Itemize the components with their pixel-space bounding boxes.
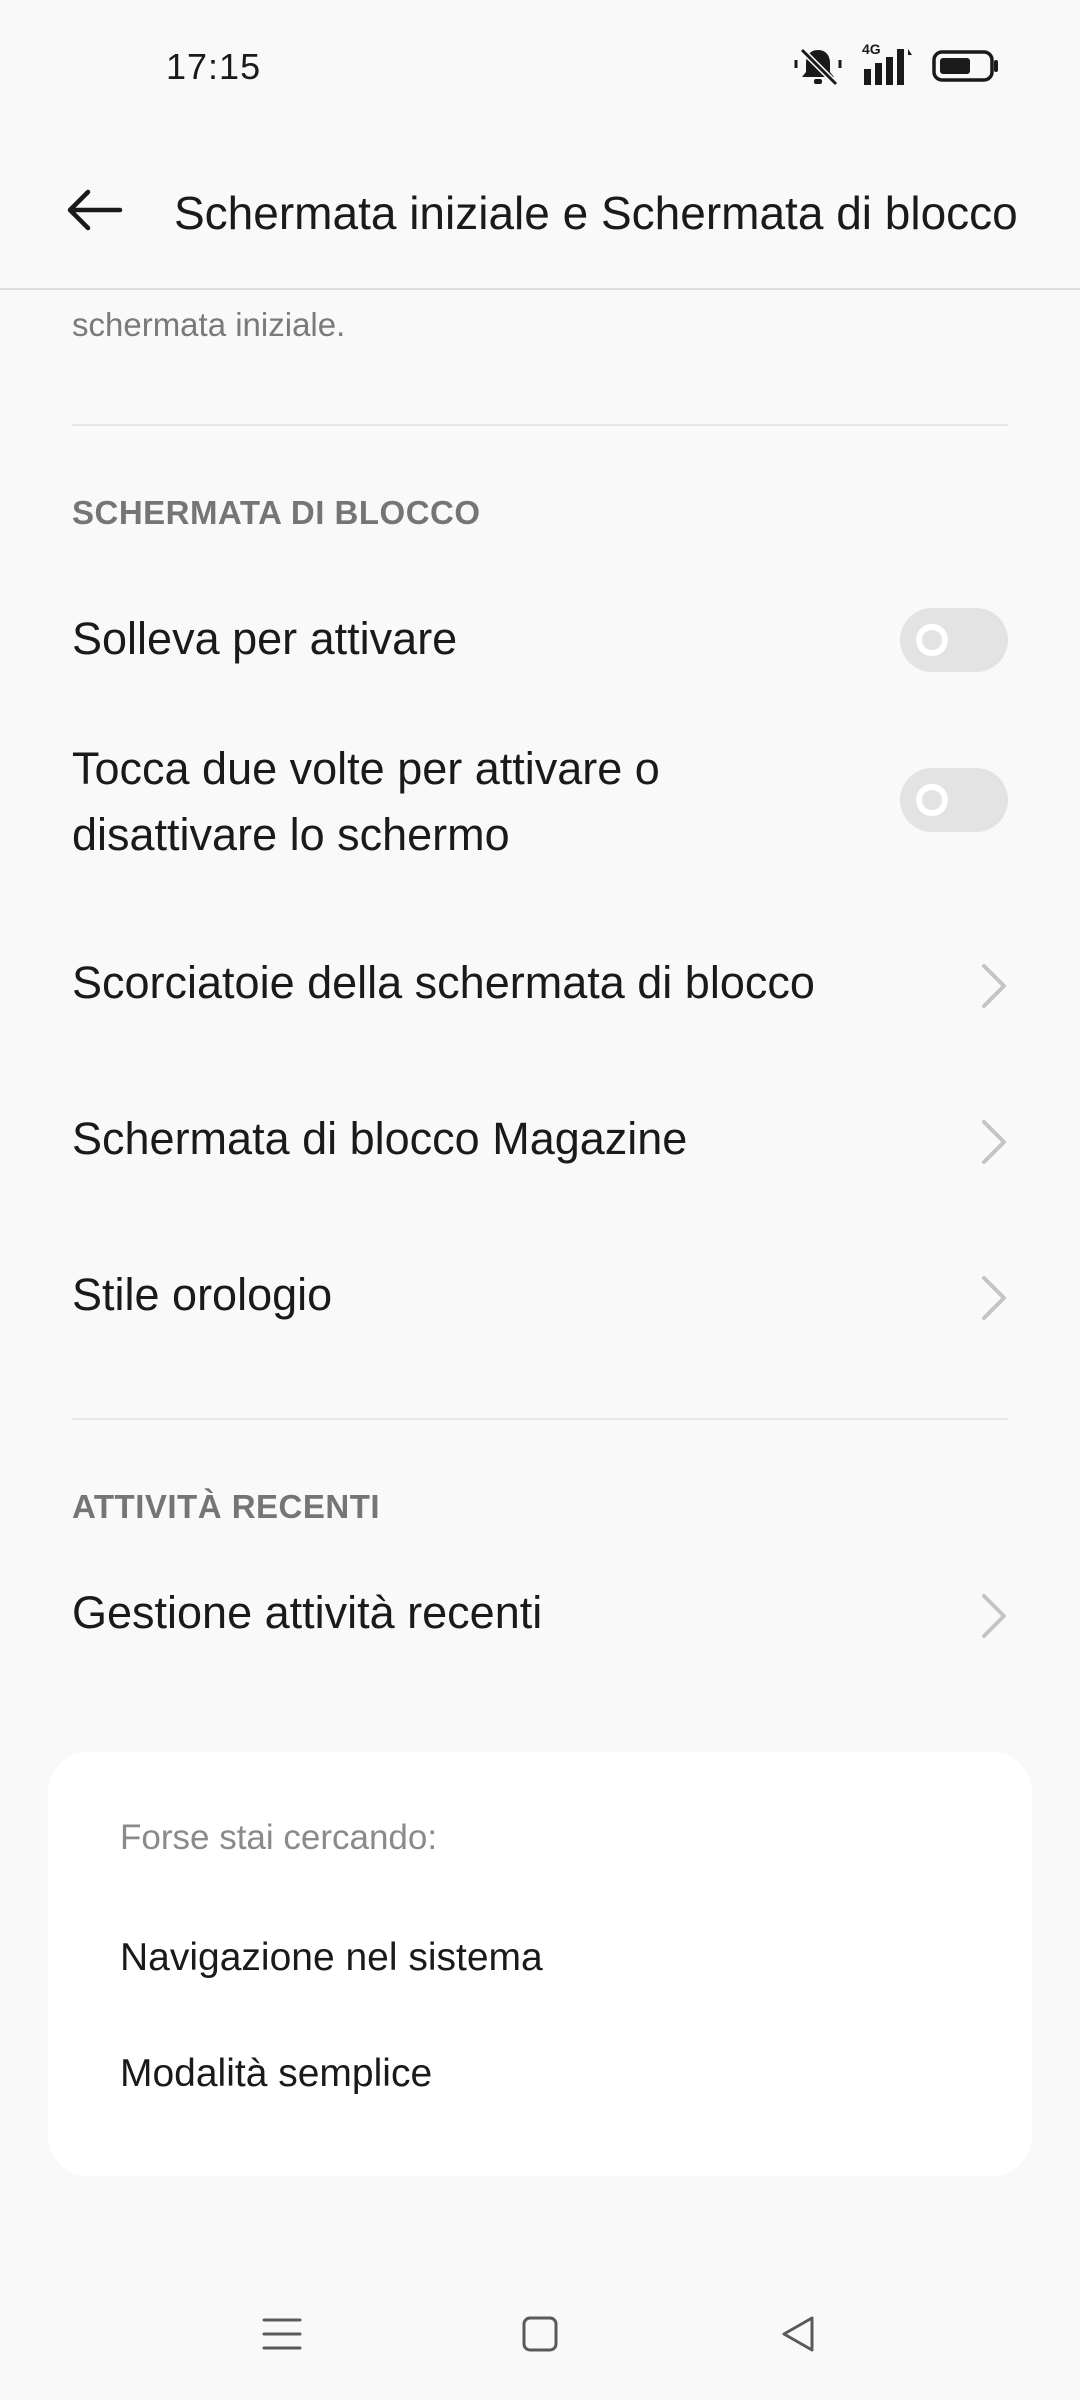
double-tap-toggle[interactable] <box>900 768 1008 832</box>
home-button[interactable] <box>510 2310 570 2358</box>
recents-button[interactable] <box>252 2310 312 2358</box>
section-header-recent-tasks: ATTIVITÀ RECENTI <box>72 1488 381 1525</box>
clock-style-label: Stile orologio <box>72 1269 333 1320</box>
toggle-knob <box>916 784 948 816</box>
app-bar: Schermata iniziale e Schermata di blocco <box>0 130 1080 290</box>
raise-to-wake-label: Solleva per attivare <box>72 613 458 664</box>
status-icons: 4G <box>794 41 1000 90</box>
chevron-right-icon <box>982 1276 1006 1320</box>
chevron-right-icon <box>982 964 1006 1008</box>
suggestions-card: Forse stai cercando: Navigazione nel sis… <box>48 1752 1032 2176</box>
suggestion-link-simple-mode[interactable]: Modalità semplice <box>120 2052 432 2096</box>
previous-item-description: schermata iniziale. <box>72 306 346 343</box>
back-button[interactable] <box>52 176 136 248</box>
menu-icon <box>262 2318 302 2350</box>
page-title: Schermata iniziale e Schermata di blocco <box>174 187 1018 239</box>
signal-4g-icon: 4G <box>860 41 914 87</box>
chevron-right-icon <box>982 1594 1006 1638</box>
section-divider <box>72 424 1008 426</box>
lock-screen-magazine-label: Schermata di blocco Magazine <box>72 1113 688 1164</box>
double-tap-label-line1: Tocca due volte per attivare o <box>72 743 660 794</box>
double-tap-label-line2: disattivare lo schermo <box>72 809 510 860</box>
suggestion-link-system-navigation[interactable]: Navigazione nel sistema <box>120 1936 543 1980</box>
section-divider <box>72 1418 1008 1420</box>
status-bar: 17:15 4G <box>0 0 1080 130</box>
battery-icon <box>932 49 1000 83</box>
bell-muted-icon <box>794 46 842 86</box>
recent-tasks-management-row[interactable]: Gestione attività recenti <box>0 1560 1080 1670</box>
chevron-right-icon <box>982 1120 1006 1164</box>
lock-screen-magazine-row[interactable]: Schermata di blocco Magazine <box>0 1086 1080 1196</box>
double-tap-row[interactable]: Tocca due volte per attivare o disattiva… <box>0 730 1080 880</box>
nav-back-button[interactable] <box>768 2310 828 2358</box>
raise-to-wake-row[interactable]: Solleva per attivare <box>0 580 1080 700</box>
toggle-knob <box>916 624 948 656</box>
raise-to-wake-toggle[interactable] <box>900 608 1008 672</box>
network-label: 4G <box>862 41 881 57</box>
section-header-lock-screen: SCHERMATA DI BLOCCO <box>72 494 481 531</box>
lock-screen-shortcuts-label: Scorciatoie della schermata di blocco <box>72 957 815 1008</box>
settings-screen: 17:15 4G Schermata iniziale e Schermata … <box>0 0 1080 2400</box>
system-nav-bar <box>0 2290 1080 2380</box>
back-triangle-icon <box>782 2316 814 2352</box>
status-time: 17:15 <box>166 46 262 87</box>
clock-style-row[interactable]: Stile orologio <box>0 1242 1080 1352</box>
home-icon <box>522 2316 558 2352</box>
recent-tasks-management-label: Gestione attività recenti <box>72 1587 543 1638</box>
suggestions-title: Forse stai cercando: <box>120 1818 438 1857</box>
lock-screen-shortcuts-row[interactable]: Scorciatoie della schermata di blocco <box>0 930 1080 1040</box>
arrow-left-icon <box>64 188 124 237</box>
